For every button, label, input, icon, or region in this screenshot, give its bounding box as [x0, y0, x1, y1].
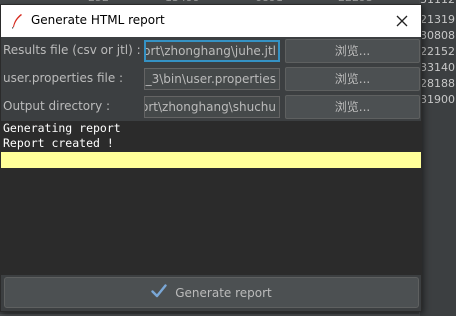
user-properties-label: user.properties file : [3, 71, 124, 85]
results-file-value: port\zhonghang\juhe.jtl [144, 44, 276, 58]
log-output-area[interactable]: Generating report Report created ! [1, 121, 421, 275]
check-icon [151, 284, 167, 301]
generate-report-button[interactable]: Generate report [4, 277, 419, 308]
user-properties-value: _4_3\bin\user.properties [144, 72, 276, 86]
user-properties-input[interactable]: _4_3\bin\user.properties [144, 68, 280, 90]
bg-cell: 21319 [420, 13, 455, 26]
output-directory-row: Output directory : port\zhonghang\shuchu… [1, 95, 421, 119]
bg-cell: 28188 [420, 77, 455, 90]
generate-report-dialog: Generate HTML report Results file (csv o… [0, 4, 422, 312]
log-line: Report created ! [3, 136, 114, 150]
output-directory-browse-button[interactable]: 浏览... [285, 95, 420, 119]
log-current-line-highlight [1, 152, 421, 168]
results-file-input[interactable]: port\zhonghang\juhe.jtl [144, 40, 280, 62]
results-file-row: Results file (csv or jtl) : port\zhongha… [1, 39, 421, 63]
jmeter-feather-icon [11, 13, 23, 29]
log-line: Generating report [3, 121, 121, 135]
generate-report-label: Generate report [175, 285, 272, 300]
results-file-browse-button[interactable]: 浏览... [285, 39, 420, 63]
bg-cell: 31112 [420, 0, 456, 4]
user-properties-row: user.properties file : _4_3\bin\user.pro… [1, 67, 421, 91]
dialog-title: Generate HTML report [31, 13, 165, 27]
output-directory-input[interactable]: port\zhonghang\shuchu [144, 96, 280, 118]
close-icon[interactable] [391, 11, 413, 31]
user-properties-browse-button[interactable]: 浏览... [285, 67, 420, 91]
bg-cell: 30808 [420, 29, 455, 42]
bg-cell: 22152 [420, 45, 455, 58]
bg-cell: 31900 [420, 93, 455, 106]
background-column: 31112 21319 30808 22152 33140 28188 3190… [419, 0, 456, 316]
output-directory-label: Output directory : [3, 99, 111, 113]
dialog-titlebar[interactable]: Generate HTML report [1, 5, 421, 37]
results-file-label: Results file (csv or jtl) : [3, 43, 141, 57]
bg-cell: 33140 [420, 61, 455, 74]
output-directory-value: port\zhonghang\shuchu [144, 100, 276, 114]
